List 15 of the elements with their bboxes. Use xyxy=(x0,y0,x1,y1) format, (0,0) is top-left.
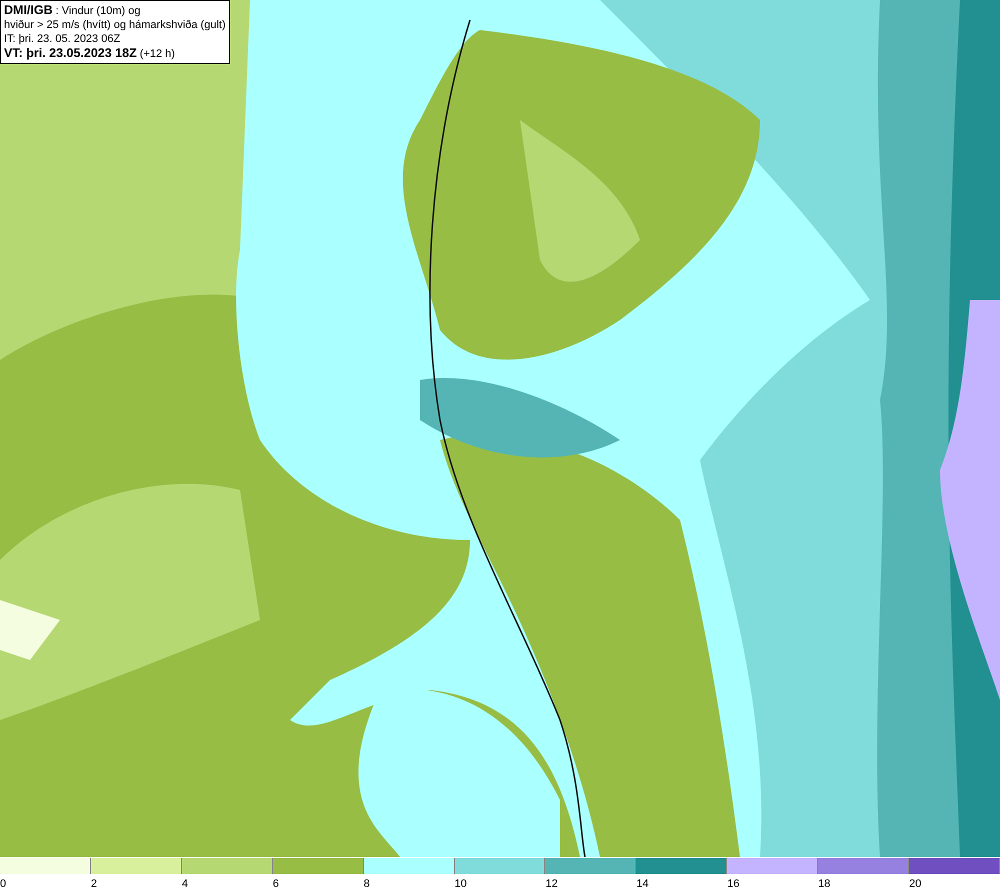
caption-line: VT: þri. 23.05.2023 18Z (+12 h) xyxy=(4,46,176,61)
legend-tick-label: 0 xyxy=(0,878,6,887)
legend-tick-label: 16 xyxy=(727,878,740,887)
legend-tick-label: 8 xyxy=(364,878,370,887)
caption-line: DMI/IGB : Vindur (10m) og xyxy=(4,3,142,18)
legend-tick-label: 20 xyxy=(909,878,922,887)
caption-line: IT: þri. 23. 05. 2023 06Z xyxy=(4,32,122,46)
legend-tick-label: 14 xyxy=(636,878,649,887)
legend-tick-label: 4 xyxy=(182,878,188,887)
caption-line: hviður > 25 m/s (hvítt) og hámarkshviða (gult) xyxy=(4,18,226,32)
legend-tick-label: 12 xyxy=(545,878,558,887)
legend-tick-label: 6 xyxy=(272,878,279,887)
legend-tick-label: 10 xyxy=(454,878,467,887)
legend-tick-label: 2 xyxy=(90,878,98,887)
legend-tick-label: 18 xyxy=(818,878,830,887)
